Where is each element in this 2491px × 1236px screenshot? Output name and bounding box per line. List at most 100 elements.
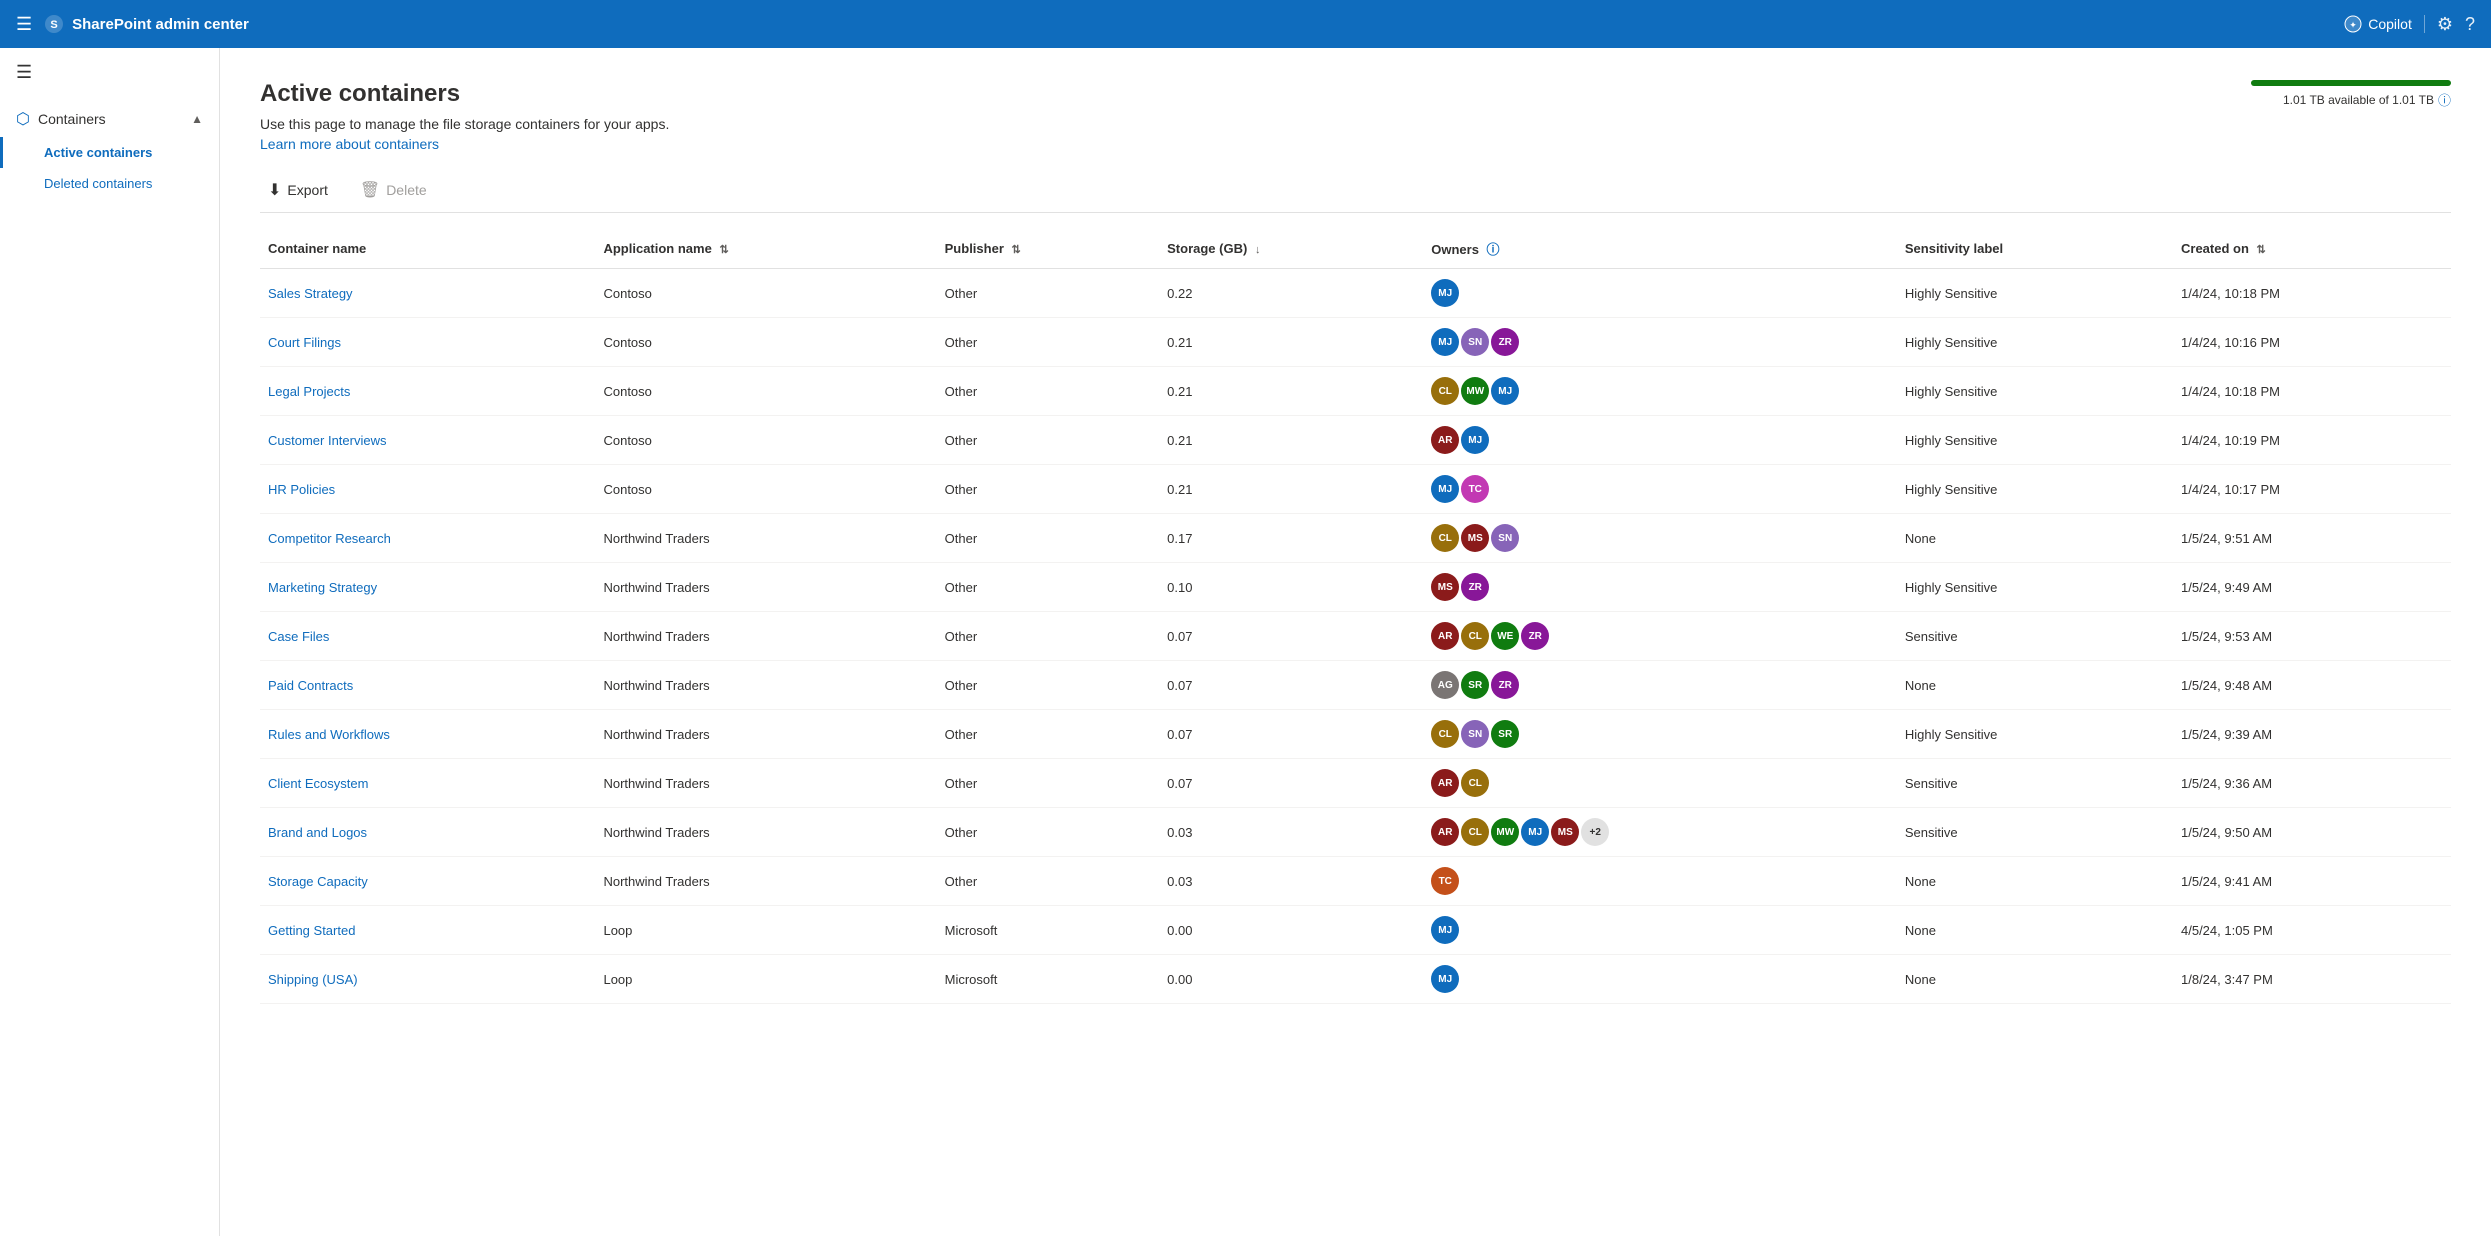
topbar-right: ✦ Copilot ⚙ ? [2344, 14, 2475, 35]
cell-created-on: 1/5/24, 9:39 AM [2173, 710, 2451, 759]
table-row: Case FilesNorthwind TradersOther0.07ARCL… [260, 612, 2451, 661]
col-publisher[interactable]: Publisher ⇅ [937, 229, 1160, 269]
cell-container-name[interactable]: Storage Capacity [260, 857, 595, 906]
cell-container-name[interactable]: Court Filings [260, 318, 595, 367]
col-app-name[interactable]: Application name ⇅ [595, 229, 936, 269]
storage-sort-icon: ↓ [1255, 244, 1261, 256]
cell-container-name[interactable]: Marketing Strategy [260, 563, 595, 612]
cell-owners: MJTC [1423, 465, 1897, 514]
cell-app-name: Contoso [595, 465, 936, 514]
col-storage[interactable]: Storage (GB) ↓ [1159, 229, 1423, 269]
owners-info-icon[interactable]: ⓘ [1487, 242, 1500, 257]
avatar-group: MSZR [1431, 573, 1889, 601]
cell-container-name[interactable]: HR Policies [260, 465, 595, 514]
cell-container-name[interactable]: Brand and Logos [260, 808, 595, 857]
delete-label: Delete [386, 182, 426, 198]
avatar-group: ARCLMWMJMS+2 [1431, 818, 1889, 846]
main-content: Active containers Use this page to manag… [220, 48, 2491, 1236]
table-row: Customer InterviewsContosoOther0.21ARMJH… [260, 416, 2451, 465]
avatar: ZR [1461, 573, 1489, 601]
cell-owners: CLSNSR [1423, 710, 1897, 759]
cell-sensitivity: None [1897, 955, 2173, 1004]
table-row: Shipping (USA)LoopMicrosoft0.00MJNone1/8… [260, 955, 2451, 1004]
avatar-group: TC [1431, 867, 1889, 895]
sidebar-hamburger[interactable]: ☰ [0, 48, 219, 97]
table-row: Storage CapacityNorthwind TradersOther0.… [260, 857, 2451, 906]
cell-publisher: Microsoft [937, 906, 1160, 955]
cell-owners: TC [1423, 857, 1897, 906]
app-title: SharePoint admin center [72, 16, 249, 33]
avatar: TC [1461, 475, 1489, 503]
table-row: Brand and LogosNorthwind TradersOther0.0… [260, 808, 2451, 857]
cell-container-name[interactable]: Customer Interviews [260, 416, 595, 465]
cell-container-name[interactable]: Rules and Workflows [260, 710, 595, 759]
svg-text:S: S [50, 19, 57, 31]
table-row: Client EcosystemNorthwind TradersOther0.… [260, 759, 2451, 808]
export-button[interactable]: ⬇ Export [260, 176, 336, 204]
table-row: HR PoliciesContosoOther0.21MJTCHighly Se… [260, 465, 2451, 514]
avatar: MJ [1431, 475, 1459, 503]
storage-info-icon[interactable]: ⓘ [2438, 90, 2451, 109]
cell-sensitivity: Sensitive [1897, 759, 2173, 808]
cell-owners: MJSNZR [1423, 318, 1897, 367]
sidebar-item-deleted-containers[interactable]: Deleted containers [0, 168, 219, 199]
cell-container-name[interactable]: Sales Strategy [260, 269, 595, 318]
cell-storage: 0.07 [1159, 759, 1423, 808]
cell-storage: 0.07 [1159, 612, 1423, 661]
cell-created-on: 1/4/24, 10:17 PM [2173, 465, 2451, 514]
cell-storage: 0.00 [1159, 955, 1423, 1004]
topbar-hamburger[interactable]: ☰ [16, 14, 32, 35]
copilot-button[interactable]: ✦ Copilot [2344, 15, 2425, 33]
cell-container-name[interactable]: Paid Contracts [260, 661, 595, 710]
sidebar-item-active-containers[interactable]: Active containers [0, 137, 219, 168]
table-row: Rules and WorkflowsNorthwind TradersOthe… [260, 710, 2451, 759]
delete-button[interactable]: 🗑 Delete [352, 176, 435, 204]
cell-container-name[interactable]: Competitor Research [260, 514, 595, 563]
cell-publisher: Other [937, 661, 1160, 710]
cell-container-name[interactable]: Getting Started [260, 906, 595, 955]
settings-icon[interactable]: ⚙ [2437, 14, 2453, 35]
help-icon[interactable]: ? [2465, 14, 2475, 35]
cell-owners: ARCLWEZR [1423, 612, 1897, 661]
learn-more-link[interactable]: Learn more about containers [260, 136, 439, 152]
avatar: AG [1431, 671, 1459, 699]
cell-container-name[interactable]: Legal Projects [260, 367, 595, 416]
avatar: CL [1431, 524, 1459, 552]
toolbar: ⬇ Export 🗑 Delete [260, 168, 2451, 213]
header-row: Active containers Use this page to manag… [260, 80, 2451, 152]
avatar: ZR [1491, 671, 1519, 699]
cell-storage: 0.21 [1159, 465, 1423, 514]
cell-storage: 0.10 [1159, 563, 1423, 612]
cell-publisher: Other [937, 710, 1160, 759]
cell-created-on: 1/5/24, 9:36 AM [2173, 759, 2451, 808]
avatar-group: MJ [1431, 279, 1889, 307]
avatar: MW [1461, 377, 1489, 405]
storage-bar-fill [2251, 80, 2451, 86]
page-header: Active containers Use this page to manag… [260, 80, 669, 152]
cell-storage: 0.21 [1159, 367, 1423, 416]
table-row: Getting StartedLoopMicrosoft0.00MJNone4/… [260, 906, 2451, 955]
avatar: MJ [1521, 818, 1549, 846]
storage-label: 1.01 TB available of 1.01 TB ⓘ [2283, 90, 2451, 109]
cell-created-on: 4/5/24, 1:05 PM [2173, 906, 2451, 955]
avatar-group: MJTC [1431, 475, 1889, 503]
avatar-group: CLMSSN [1431, 524, 1889, 552]
cell-owners: MSZR [1423, 563, 1897, 612]
avatar: SR [1461, 671, 1489, 699]
cell-app-name: Loop [595, 906, 936, 955]
col-created-on[interactable]: Created on ⇅ [2173, 229, 2451, 269]
cell-app-name: Northwind Traders [595, 857, 936, 906]
cell-owners: CLMSSN [1423, 514, 1897, 563]
cell-publisher: Other [937, 857, 1160, 906]
cell-container-name[interactable]: Shipping (USA) [260, 955, 595, 1004]
cell-sensitivity: None [1897, 857, 2173, 906]
cell-owners: ARCL [1423, 759, 1897, 808]
cell-container-name[interactable]: Case Files [260, 612, 595, 661]
avatar: CL [1431, 377, 1459, 405]
page-description: Use this page to manage the file storage… [260, 116, 669, 132]
cell-sensitivity: None [1897, 514, 2173, 563]
cell-container-name[interactable]: Client Ecosystem [260, 759, 595, 808]
avatar: MS [1461, 524, 1489, 552]
avatar-extra: +2 [1581, 818, 1609, 846]
sidebar-item-containers[interactable]: ⬡ Containers ▲ [0, 101, 219, 137]
